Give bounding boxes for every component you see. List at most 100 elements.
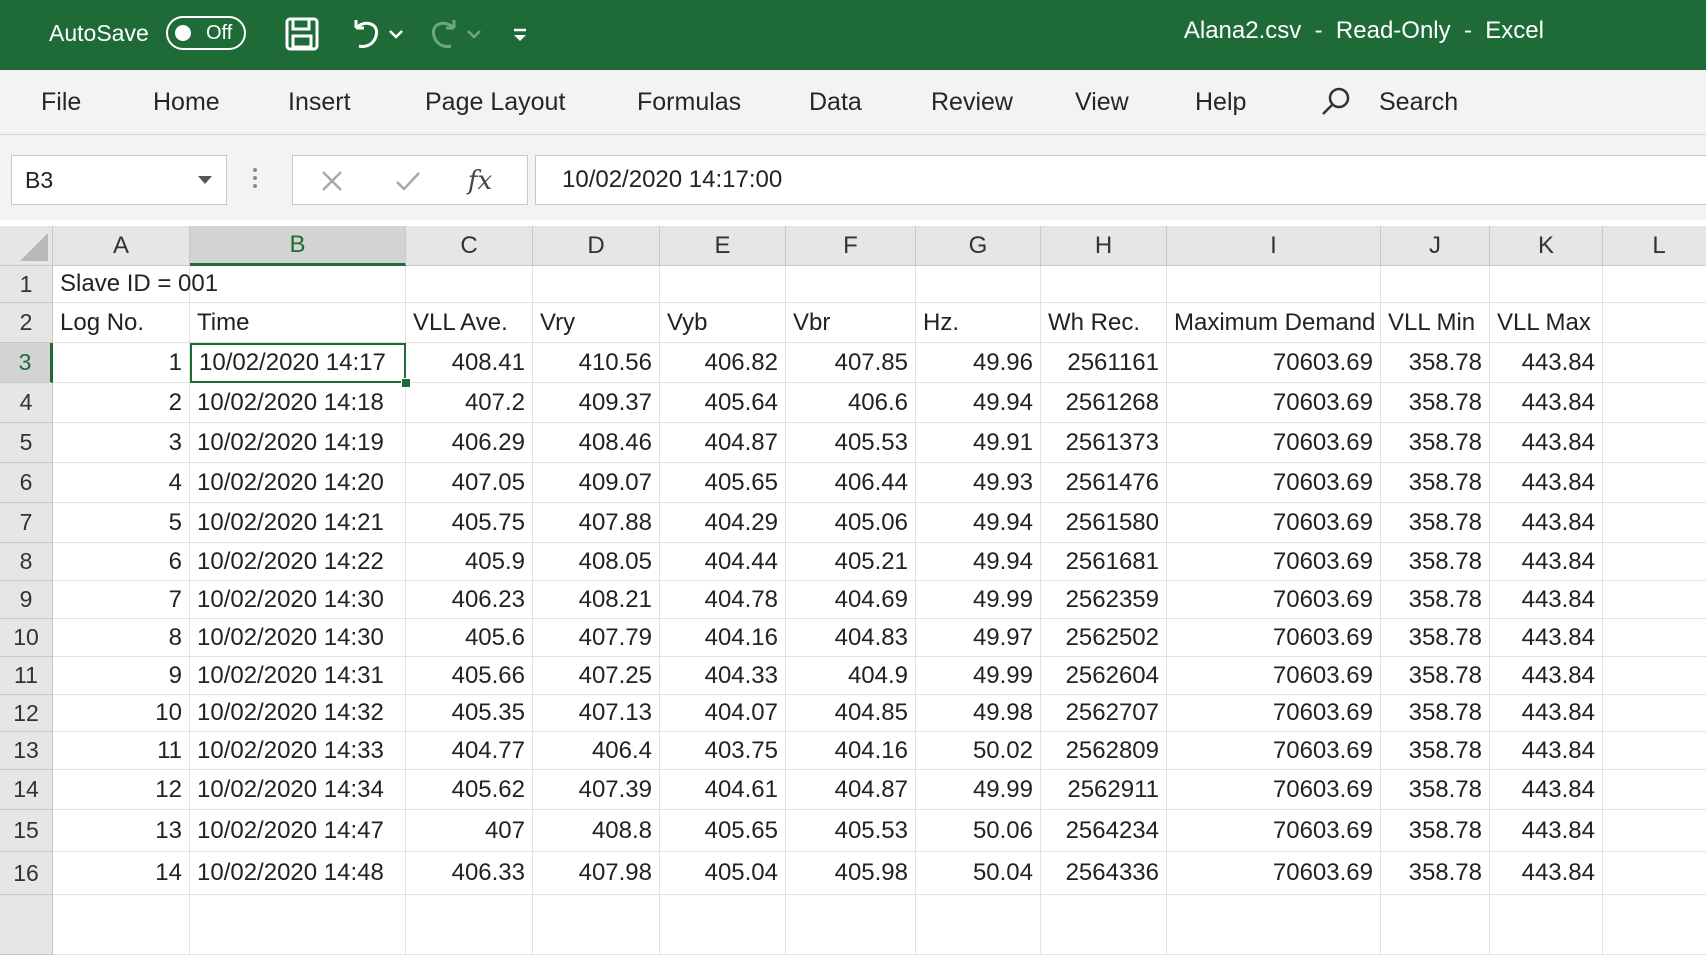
cell-c11[interactable]: 405.66 (406, 657, 533, 695)
cell-c15[interactable]: 407 (406, 810, 533, 852)
cell-i7[interactable]: 70603.69 (1167, 503, 1381, 543)
cell-b2[interactable]: Time (190, 303, 406, 343)
cell-j15[interactable]: 358.78 (1381, 810, 1490, 852)
cell-d1[interactable] (533, 266, 660, 303)
cell-i14[interactable]: 70603.69 (1167, 770, 1381, 810)
row-header-5[interactable]: 5 (0, 423, 53, 463)
cell-a2[interactable]: Log No. (53, 303, 190, 343)
column-header-c[interactable]: C (406, 226, 533, 266)
cell-l5[interactable] (1603, 423, 1706, 463)
row-header-15[interactable]: 15 (0, 810, 53, 852)
cell-l16[interactable] (1603, 852, 1706, 895)
cell-f6[interactable]: 406.44 (786, 463, 916, 503)
cell-k13[interactable]: 443.84 (1490, 732, 1603, 770)
cell-j2[interactable]: VLL Min (1381, 303, 1490, 343)
cell-c5[interactable]: 406.29 (406, 423, 533, 463)
cell-f7[interactable]: 405.06 (786, 503, 916, 543)
cell-g1[interactable] (916, 266, 1041, 303)
cell-i2[interactable]: Maximum Demand (1167, 303, 1381, 343)
row-header-9[interactable]: 9 (0, 581, 53, 619)
cell-i6[interactable]: 70603.69 (1167, 463, 1381, 503)
cell-e8[interactable]: 404.44 (660, 543, 786, 581)
row-header-2[interactable]: 2 (0, 303, 53, 343)
cell-b13[interactable]: 10/02/2020 14:33 (190, 732, 406, 770)
cell-k1[interactable] (1490, 266, 1603, 303)
cell-a12[interactable]: 10 (53, 695, 190, 732)
cell-e[interactable] (660, 895, 786, 955)
tab-view[interactable]: View (1075, 70, 1129, 134)
cell-k14[interactable]: 443.84 (1490, 770, 1603, 810)
cell-k5[interactable]: 443.84 (1490, 423, 1603, 463)
cell-d11[interactable]: 407.25 (533, 657, 660, 695)
cell-b3[interactable]: 10/02/2020 14:17 (190, 343, 406, 383)
insert-function-icon[interactable]: fx (463, 164, 497, 198)
row-header-16[interactable]: 16 (0, 852, 53, 895)
cell-g15[interactable]: 50.06 (916, 810, 1041, 852)
cell-g11[interactable]: 49.99 (916, 657, 1041, 695)
cell-j1[interactable] (1381, 266, 1490, 303)
formula-input[interactable]: 10/02/2020 14:17:00 (535, 155, 1706, 205)
cell-d[interactable] (533, 895, 660, 955)
cell-a13[interactable]: 11 (53, 732, 190, 770)
cell-e4[interactable]: 405.64 (660, 383, 786, 423)
cell-h15[interactable]: 2564234 (1041, 810, 1167, 852)
cell-b4[interactable]: 10/02/2020 14:18 (190, 383, 406, 423)
cell-d15[interactable]: 408.8 (533, 810, 660, 852)
cell-d9[interactable]: 408.21 (533, 581, 660, 619)
cell-e15[interactable]: 405.65 (660, 810, 786, 852)
cell-l4[interactable] (1603, 383, 1706, 423)
tab-help[interactable]: Help (1195, 70, 1246, 134)
cell-f3[interactable]: 407.85 (786, 343, 916, 383)
cell-c[interactable] (406, 895, 533, 955)
cell-g8[interactable]: 49.94 (916, 543, 1041, 581)
cell-e5[interactable]: 404.87 (660, 423, 786, 463)
cell-d5[interactable]: 408.46 (533, 423, 660, 463)
cell-g2[interactable]: Hz. (916, 303, 1041, 343)
cell-b15[interactable]: 10/02/2020 14:47 (190, 810, 406, 852)
cell-c7[interactable]: 405.75 (406, 503, 533, 543)
cell-i8[interactable]: 70603.69 (1167, 543, 1381, 581)
chevron-down-icon[interactable] (198, 176, 212, 184)
cell-a10[interactable]: 8 (53, 619, 190, 657)
cell-h8[interactable]: 2561681 (1041, 543, 1167, 581)
search-box[interactable]: Search (1379, 70, 1458, 134)
cell-g12[interactable]: 49.98 (916, 695, 1041, 732)
cell-h[interactable] (1041, 895, 1167, 955)
cell-b10[interactable]: 10/02/2020 14:30 (190, 619, 406, 657)
cell-b14[interactable]: 10/02/2020 14:34 (190, 770, 406, 810)
cell-d4[interactable]: 409.37 (533, 383, 660, 423)
cell-i4[interactable]: 70603.69 (1167, 383, 1381, 423)
cell-a5[interactable]: 3 (53, 423, 190, 463)
autosave-toggle[interactable]: Off (166, 16, 246, 50)
cell-l15[interactable] (1603, 810, 1706, 852)
cell-e14[interactable]: 404.61 (660, 770, 786, 810)
spreadsheet-grid[interactable]: ABCDEFGHIJKL 1 Slave ID = 001 2 Log No. Time… (0, 226, 1706, 955)
cell-j10[interactable]: 358.78 (1381, 619, 1490, 657)
undo-dropdown-icon[interactable] (386, 14, 406, 54)
cell-g6[interactable]: 49.93 (916, 463, 1041, 503)
cell-e3[interactable]: 406.82 (660, 343, 786, 383)
cell-k7[interactable]: 443.84 (1490, 503, 1603, 543)
cell-g16[interactable]: 50.04 (916, 852, 1041, 895)
cell-g9[interactable]: 49.99 (916, 581, 1041, 619)
cell-l9[interactable] (1603, 581, 1706, 619)
cell-a3[interactable]: 1 (53, 343, 190, 383)
cell-e16[interactable]: 405.04 (660, 852, 786, 895)
cell-f12[interactable]: 404.85 (786, 695, 916, 732)
tab-page-layout[interactable]: Page Layout (425, 70, 565, 134)
enter-check-icon[interactable] (391, 164, 425, 198)
cell-d13[interactable]: 406.4 (533, 732, 660, 770)
name-box[interactable]: B3 (11, 155, 227, 205)
row-header-8[interactable]: 8 (0, 543, 53, 581)
cell-j9[interactable]: 358.78 (1381, 581, 1490, 619)
column-header-b[interactable]: B (190, 226, 406, 266)
cell-i9[interactable]: 70603.69 (1167, 581, 1381, 619)
cell-f[interactable] (786, 895, 916, 955)
cell-i13[interactable]: 70603.69 (1167, 732, 1381, 770)
cell-g7[interactable]: 49.94 (916, 503, 1041, 543)
cell-k2[interactable]: VLL Max (1490, 303, 1603, 343)
cell-d2[interactable]: Vry (533, 303, 660, 343)
cell-e7[interactable]: 404.29 (660, 503, 786, 543)
cell-h4[interactable]: 2561268 (1041, 383, 1167, 423)
cell-k15[interactable]: 443.84 (1490, 810, 1603, 852)
